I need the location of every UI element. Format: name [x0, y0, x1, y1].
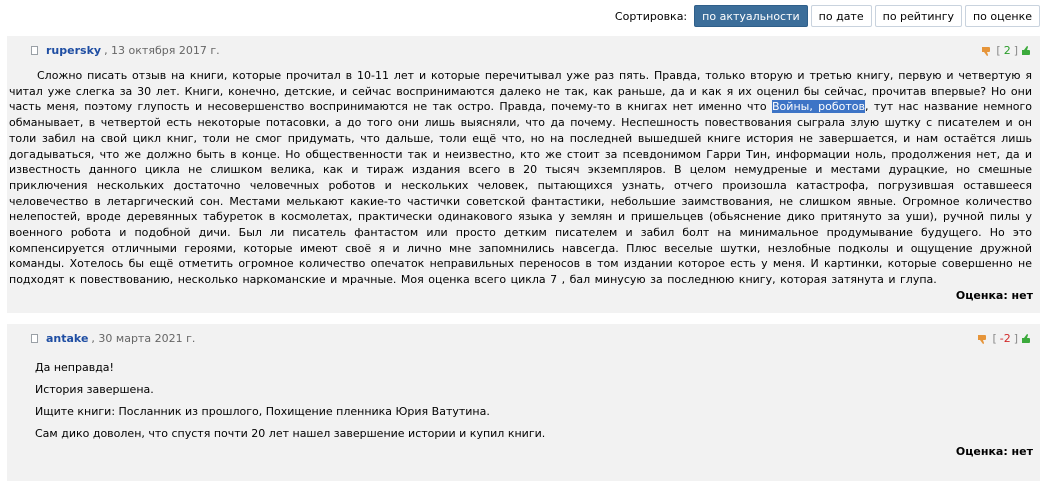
- author-link[interactable]: rupersky: [46, 44, 101, 57]
- sort-by-relevance-button[interactable]: по актуальности: [694, 5, 808, 27]
- review-text: Да неправда! История завершена. Ищите кн…: [35, 357, 545, 445]
- review-card: antake , 30 марта 2021 г. [ -2 ] Да непр…: [7, 324, 1040, 481]
- bracket-close: ]: [1013, 332, 1018, 345]
- bracket-open: [: [996, 44, 1001, 57]
- review-header: rupersky , 13 октября 2017 г.: [31, 44, 220, 57]
- review-header: antake , 30 марта 2021 г.: [31, 332, 195, 345]
- thumb-down-icon[interactable]: [981, 45, 993, 57]
- review-date: , 30 марта 2021 г.: [91, 332, 196, 345]
- review-score: 2: [1003, 44, 1011, 57]
- review-line: История завершена.: [35, 383, 154, 396]
- review-rating: Оценка: нет: [955, 445, 1033, 458]
- author-link[interactable]: antake: [46, 332, 88, 345]
- review-rating: Оценка: нет: [955, 289, 1033, 302]
- selected-text: Войны, роботов: [772, 100, 866, 114]
- document-icon: [31, 46, 38, 55]
- vote-widget: [ -2 ]: [977, 332, 1033, 345]
- review-text-part-2: , тут нас название немного обманывает, в…: [9, 100, 1032, 287]
- review-line: Ищите книги: Посланник из прошлого, Похи…: [35, 405, 490, 418]
- sort-by-score-button[interactable]: по оценке: [964, 5, 1040, 27]
- review-line: Да неправда!: [35, 361, 114, 374]
- bracket-open: [: [992, 332, 997, 345]
- sort-by-date-button[interactable]: по дате: [810, 5, 872, 27]
- review-text: Сложно писать отзыв на книги, которые пр…: [9, 68, 1032, 288]
- bracket-close: ]: [1013, 44, 1018, 57]
- review-card: rupersky , 13 октября 2017 г. [ 2 ] Слож…: [7, 36, 1040, 313]
- thumb-up-icon[interactable]: [1021, 333, 1033, 345]
- review-line: Сам дико доволен, что спустя почти 20 ле…: [35, 427, 546, 440]
- review-date: , 13 октября 2017 г.: [104, 44, 220, 57]
- sort-by-rating-button[interactable]: по рейтингу: [874, 5, 962, 27]
- document-icon: [31, 334, 38, 343]
- review-score: -2: [999, 332, 1011, 345]
- thumb-down-icon[interactable]: [977, 333, 989, 345]
- sort-bar: Сортировка: по актуальности по дате по р…: [615, 5, 1040, 27]
- sort-label: Сортировка:: [614, 9, 688, 23]
- thumb-up-icon[interactable]: [1021, 45, 1033, 57]
- vote-widget: [ 2 ]: [981, 44, 1033, 57]
